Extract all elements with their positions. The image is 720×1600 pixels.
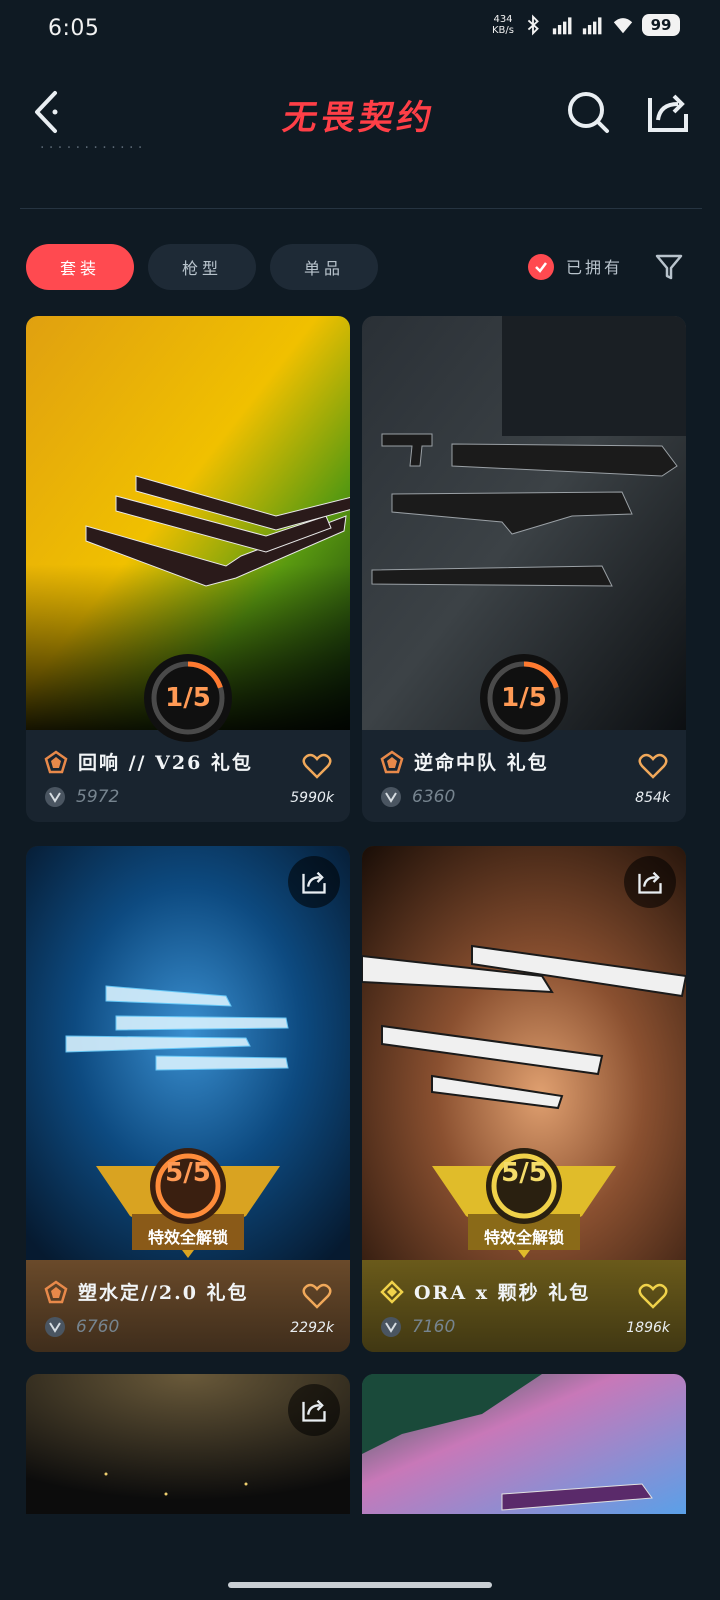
filter-row: 套装 枪型 单品 已拥有 (26, 244, 706, 292)
divider (20, 208, 702, 209)
tier-icon (380, 1279, 404, 1304)
valorant-points-icon (45, 1317, 65, 1337)
tier-icon (44, 1279, 68, 1303)
signal-icon (582, 17, 602, 35)
signal-icon (552, 17, 572, 35)
progress-text: 5/5 (501, 1158, 547, 1188)
check-icon (535, 262, 547, 273)
tab-suit[interactable]: 套装 (26, 244, 134, 290)
valorant-points-icon (381, 787, 401, 807)
share-icon (302, 871, 326, 894)
tier-icon (380, 749, 404, 773)
vp-price: 7160 (412, 1317, 456, 1337)
unlock-text: 特效全解锁 (147, 1228, 228, 1247)
likes-count: 854k (635, 790, 670, 806)
progress-text: 5/5 (165, 1158, 211, 1188)
unlock-text: 特效全解锁 (483, 1228, 564, 1247)
card-share-button[interactable] (624, 856, 676, 908)
bundle-card[interactable]: 1/5 逆命中队 礼包 6360 854k (362, 316, 686, 822)
vp-price: 6760 (76, 1317, 120, 1337)
app-logo: 无畏契约 (279, 98, 439, 138)
heart-icon[interactable] (302, 1282, 332, 1310)
share-icon (638, 871, 662, 894)
heart-icon[interactable] (302, 752, 332, 780)
bundle-card[interactable]: 5/5 特效全解锁 ORA x 颗秒 礼包 7160 1896k (362, 846, 686, 1352)
share-icon (648, 94, 688, 132)
card-title: 回响 // V26 礼包 (78, 752, 253, 774)
heart-icon[interactable] (638, 1282, 668, 1310)
likes-count: 5990k (290, 790, 334, 806)
owned-label: 已拥有 (566, 258, 624, 277)
likes-count: 1896k (626, 1320, 670, 1336)
vp-row: 6360 (380, 786, 455, 808)
bundle-card[interactable] (26, 1374, 350, 1514)
card-title: 逆命中队 礼包 (414, 752, 549, 774)
card-info: 塑水定//2.0 礼包 6760 2292k (26, 1260, 350, 1352)
bundle-image (362, 1374, 686, 1514)
card-title: 塑水定//2.0 礼包 (78, 1282, 249, 1304)
vp-price: 5972 (76, 787, 120, 807)
wifi-icon (613, 18, 633, 34)
tab-single-item[interactable]: 单品 (270, 244, 378, 290)
title-row: ORA x 颗秒 礼包 (380, 1278, 590, 1305)
card-share-button[interactable] (288, 856, 340, 908)
tier-icon (44, 749, 68, 773)
card-info: 逆命中队 礼包 6360 854k (362, 730, 686, 822)
bluetooth-icon (527, 14, 539, 36)
status-time: 6:05 (48, 16, 100, 41)
title-row: 逆命中队 礼包 (380, 748, 549, 775)
faded-subtext: · · · · · · · · · · · · (40, 140, 143, 156)
vp-row: 6760 (44, 1316, 119, 1338)
filter-icon[interactable] (654, 252, 684, 282)
bundle-card[interactable] (362, 1374, 686, 1514)
home-indicator (228, 1582, 492, 1588)
likes-count: 2292k (290, 1320, 334, 1336)
card-info: 回响 // V26 礼包 5972 5990k (26, 730, 350, 822)
status-bar: 6:05 434 KB/s 99 (0, 0, 720, 64)
unlock-badge-text: 5/5 特效全解锁 (96, 1146, 280, 1266)
valorant-points-icon (45, 787, 65, 807)
heart-icon[interactable] (638, 752, 668, 780)
search-button[interactable] (564, 88, 612, 136)
battery-indicator: 99 (642, 14, 680, 36)
bundle-card[interactable]: 1/5 回响 // V26 礼包 5972 5990k (26, 316, 350, 822)
unlock-badge-text: 5/5 特效全解锁 (432, 1146, 616, 1266)
status-icons: 434 KB/s 99 (492, 14, 680, 36)
card-title: ORA x 颗秒 礼包 (414, 1282, 591, 1304)
search-icon (568, 92, 609, 133)
card-info: ORA x 颗秒 礼包 7160 1896k (362, 1260, 686, 1352)
net-speed: 434 KB/s (492, 14, 514, 36)
title-row: 塑水定//2.0 礼包 (44, 1278, 249, 1305)
bundle-card[interactable]: 5/5 特效全解锁 塑水定//2.0 礼包 6760 2292k (26, 846, 350, 1352)
title-row: 回响 // V26 礼包 (44, 748, 253, 775)
vp-row: 5972 (44, 786, 119, 808)
valorant-points-icon (381, 1317, 401, 1337)
vp-price: 6360 (412, 787, 456, 807)
tab-gun-type[interactable]: 枪型 (148, 244, 256, 290)
share-icon (302, 1399, 326, 1422)
share-button[interactable] (644, 88, 692, 136)
vp-row: 7160 (380, 1316, 455, 1338)
card-share-button[interactable] (288, 1384, 340, 1436)
owned-checkbox[interactable] (528, 254, 554, 280)
